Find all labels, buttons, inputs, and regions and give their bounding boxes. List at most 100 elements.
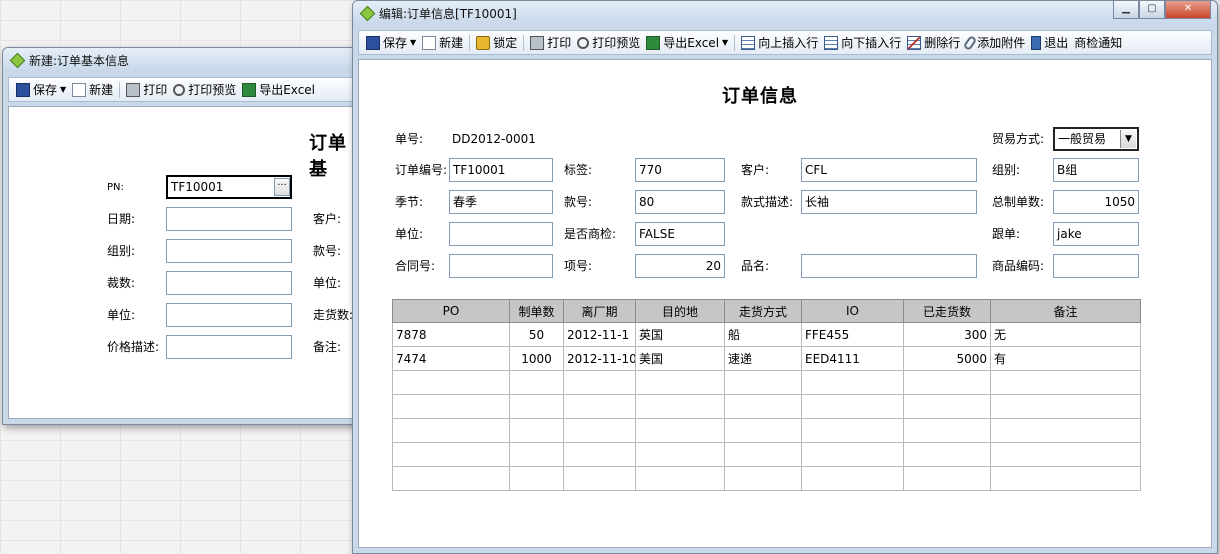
table-cell[interactable] bbox=[801, 418, 904, 443]
table-cell[interactable]: 速递 bbox=[724, 346, 802, 371]
follower-input[interactable]: jake bbox=[1053, 222, 1139, 246]
table-cell[interactable] bbox=[724, 370, 802, 395]
table-row[interactable] bbox=[392, 370, 1141, 395]
lock-button[interactable]: 锁定 bbox=[473, 33, 520, 53]
table-row[interactable] bbox=[392, 394, 1141, 419]
table-cell[interactable] bbox=[509, 466, 564, 491]
title-bar[interactable]: 新建:订单基本信息 bbox=[3, 48, 363, 72]
table-cell[interactable] bbox=[635, 394, 725, 419]
print-preview-button[interactable]: 打印预览 bbox=[574, 33, 643, 53]
table-row[interactable] bbox=[392, 418, 1141, 443]
table-cell[interactable] bbox=[724, 442, 802, 467]
table-cell[interactable] bbox=[990, 442, 1141, 467]
trade-mode-select[interactable]: 一般贸易 ▼ bbox=[1053, 127, 1139, 151]
price-desc-input[interactable] bbox=[166, 335, 292, 359]
chevron-down-icon[interactable]: ▼ bbox=[410, 38, 416, 47]
table-cell[interactable] bbox=[392, 466, 510, 491]
table-cell[interactable] bbox=[563, 466, 636, 491]
group-input[interactable] bbox=[166, 239, 292, 263]
table-cell[interactable] bbox=[801, 370, 904, 395]
product-code-input[interactable] bbox=[1053, 254, 1139, 278]
table-cell[interactable] bbox=[990, 394, 1141, 419]
table-cell[interactable] bbox=[903, 370, 991, 395]
chevron-down-icon[interactable]: ▼ bbox=[722, 38, 728, 47]
grid-column-header[interactable]: IO bbox=[801, 299, 904, 323]
exit-button[interactable]: 退出 bbox=[1028, 33, 1071, 53]
table-row[interactable]: 7474 1000 2012-11-10 美国 速递 EED4111 5000 有 bbox=[392, 346, 1141, 371]
cut-qty-input[interactable] bbox=[166, 271, 292, 295]
table-cell[interactable] bbox=[509, 370, 564, 395]
table-cell[interactable] bbox=[563, 442, 636, 467]
table-cell[interactable]: 船 bbox=[724, 322, 802, 347]
unit-input[interactable] bbox=[449, 222, 553, 246]
table-cell[interactable] bbox=[724, 418, 802, 443]
table-cell[interactable] bbox=[903, 418, 991, 443]
minimize-button[interactable]: ▁ bbox=[1113, 1, 1139, 19]
table-row[interactable] bbox=[392, 442, 1141, 467]
close-button[interactable]: ✕ bbox=[1165, 1, 1211, 19]
table-cell[interactable]: 英国 bbox=[635, 322, 725, 347]
delete-row-button[interactable]: 删除行 bbox=[904, 33, 963, 53]
table-row[interactable] bbox=[392, 466, 1141, 491]
insert-row-above-button[interactable]: 向上插入行 bbox=[738, 33, 821, 53]
table-cell[interactable] bbox=[563, 394, 636, 419]
table-cell[interactable]: 300 bbox=[903, 322, 991, 347]
table-cell[interactable]: 5000 bbox=[903, 346, 991, 371]
table-cell[interactable] bbox=[392, 442, 510, 467]
table-cell[interactable] bbox=[563, 418, 636, 443]
table-cell[interactable] bbox=[392, 394, 510, 419]
style-no-input[interactable]: 80 bbox=[635, 190, 725, 214]
table-cell[interactable] bbox=[392, 370, 510, 395]
customer-input[interactable]: CFL bbox=[801, 158, 977, 182]
add-attachment-button[interactable]: 添加附件 bbox=[962, 33, 1028, 53]
grid-column-header[interactable]: 目的地 bbox=[635, 299, 725, 323]
season-input[interactable]: 春季 bbox=[449, 190, 553, 214]
table-cell[interactable] bbox=[724, 394, 802, 419]
print-button[interactable]: 打印 bbox=[123, 80, 170, 100]
inspection-notice-button[interactable]: 商检通知 bbox=[1071, 33, 1125, 53]
product-name-input[interactable] bbox=[801, 254, 977, 278]
table-cell[interactable] bbox=[801, 442, 904, 467]
table-cell[interactable] bbox=[509, 394, 564, 419]
insert-row-below-button[interactable]: 向下插入行 bbox=[821, 33, 904, 53]
table-cell[interactable] bbox=[635, 442, 725, 467]
save-button[interactable]: 保存 ▼ bbox=[13, 80, 69, 100]
chevron-down-icon[interactable]: ▼ bbox=[60, 85, 66, 94]
new-button[interactable]: 新建 bbox=[69, 80, 116, 100]
table-row[interactable]: 7878 50 2012-11-1 英国船 FFE455 300 无 bbox=[392, 322, 1141, 347]
table-cell[interactable]: 2012-11-10 bbox=[563, 346, 636, 371]
title-bar[interactable]: 编辑:订单信息[TF10001] bbox=[353, 1, 1217, 25]
date-input[interactable] bbox=[166, 207, 292, 231]
table-cell[interactable] bbox=[563, 370, 636, 395]
table-cell[interactable] bbox=[903, 394, 991, 419]
export-excel-button[interactable]: 导出Excel ▼ bbox=[643, 33, 731, 53]
grid-column-header[interactable]: 离厂期 bbox=[563, 299, 636, 323]
grid-column-header[interactable]: 已走货数 bbox=[903, 299, 991, 323]
tag-input[interactable]: 770 bbox=[635, 158, 725, 182]
table-cell[interactable] bbox=[509, 442, 564, 467]
table-cell[interactable]: 有 bbox=[990, 346, 1141, 371]
maximize-button[interactable]: ▢ bbox=[1139, 1, 1165, 19]
table-cell[interactable]: 1000 bbox=[509, 346, 564, 371]
table-cell[interactable] bbox=[635, 418, 725, 443]
table-cell[interactable] bbox=[801, 394, 904, 419]
order-detail-grid[interactable]: PO 制单数 离厂期 目的地 走货方式 IO 已走货数 备注 7878 50 2012-11-1 英… bbox=[392, 299, 1141, 491]
table-cell[interactable]: 7878 bbox=[392, 322, 510, 347]
print-button[interactable]: 打印 bbox=[527, 33, 574, 53]
table-cell[interactable]: 2012-11-1 bbox=[563, 322, 636, 347]
dropdown-arrow-icon[interactable]: ▼ bbox=[1120, 130, 1136, 148]
table-cell[interactable] bbox=[990, 418, 1141, 443]
unit-input[interactable] bbox=[166, 303, 292, 327]
total-qty-input[interactable]: 1050 bbox=[1053, 190, 1139, 214]
table-cell[interactable]: FFE455 bbox=[801, 322, 904, 347]
export-excel-button[interactable]: 导出Excel bbox=[239, 80, 318, 100]
style-desc-input[interactable]: 长袖 bbox=[801, 190, 977, 214]
grid-column-header[interactable]: 制单数 bbox=[509, 299, 564, 323]
grid-column-header[interactable]: 走货方式 bbox=[724, 299, 802, 323]
grid-column-header[interactable]: 备注 bbox=[990, 299, 1141, 323]
table-cell[interactable] bbox=[990, 370, 1141, 395]
contract-input[interactable] bbox=[449, 254, 553, 278]
table-cell[interactable] bbox=[903, 466, 991, 491]
table-cell[interactable] bbox=[635, 466, 725, 491]
inspection-input[interactable]: FALSE bbox=[635, 222, 725, 246]
